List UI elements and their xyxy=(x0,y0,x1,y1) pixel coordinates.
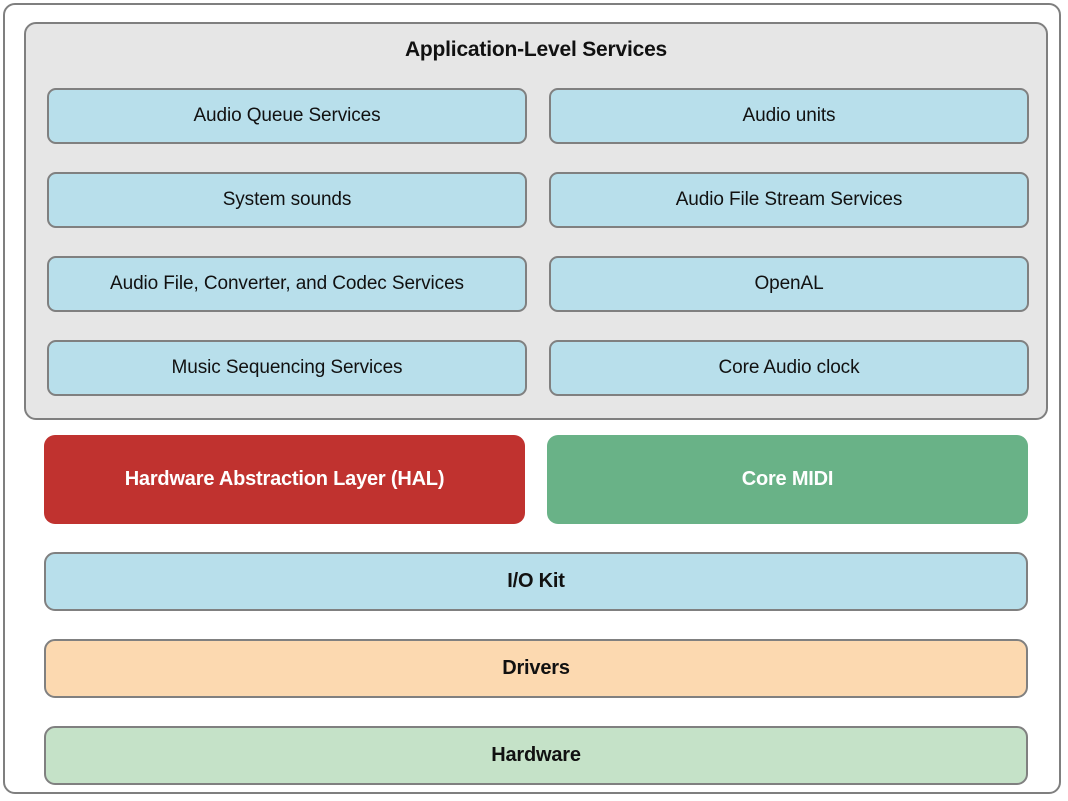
layer-row-drivers: Drivers xyxy=(44,639,1028,698)
service-box-audio-units: Audio units xyxy=(549,88,1029,144)
application-level-services-title: Application-Level Services xyxy=(26,38,1046,62)
service-row: Audio Queue Services Audio units xyxy=(47,88,1029,144)
layer-row-hal-coremidi: Hardware Abstraction Layer (HAL) Core MI… xyxy=(44,435,1028,524)
layer-box-core-midi: Core MIDI xyxy=(547,435,1028,524)
service-box-audio-file-stream-services: Audio File Stream Services xyxy=(549,172,1029,228)
layer-box-hardware: Hardware xyxy=(44,726,1028,785)
layer-row-io-kit: I/O Kit xyxy=(44,552,1028,611)
application-level-services-panel: Application-Level Services Audio Queue S… xyxy=(24,22,1048,420)
service-row: Music Sequencing Services Core Audio clo… xyxy=(47,340,1029,396)
service-row: System sounds Audio File Stream Services xyxy=(47,172,1029,228)
service-box-core-audio-clock: Core Audio clock xyxy=(549,340,1029,396)
service-box-audio-file-converter-and-codec-services: Audio File, Converter, and Codec Service… xyxy=(47,256,527,312)
layer-box-io-kit: I/O Kit xyxy=(44,552,1028,611)
service-box-openal: OpenAL xyxy=(549,256,1029,312)
service-box-audio-queue-services: Audio Queue Services xyxy=(47,88,527,144)
layer-box-hardware-abstraction-layer: Hardware Abstraction Layer (HAL) xyxy=(44,435,525,524)
service-row: Audio File, Converter, and Codec Service… xyxy=(47,256,1029,312)
layer-row-hardware: Hardware xyxy=(44,726,1028,785)
layer-stack: Hardware Abstraction Layer (HAL) Core MI… xyxy=(44,435,1028,785)
service-box-system-sounds: System sounds xyxy=(47,172,527,228)
service-box-music-sequencing-services: Music Sequencing Services xyxy=(47,340,527,396)
core-audio-architecture-diagram: Application-Level Services Audio Queue S… xyxy=(3,3,1061,794)
layer-box-drivers: Drivers xyxy=(44,639,1028,698)
service-box-grid: Audio Queue Services Audio units System … xyxy=(47,88,1029,396)
